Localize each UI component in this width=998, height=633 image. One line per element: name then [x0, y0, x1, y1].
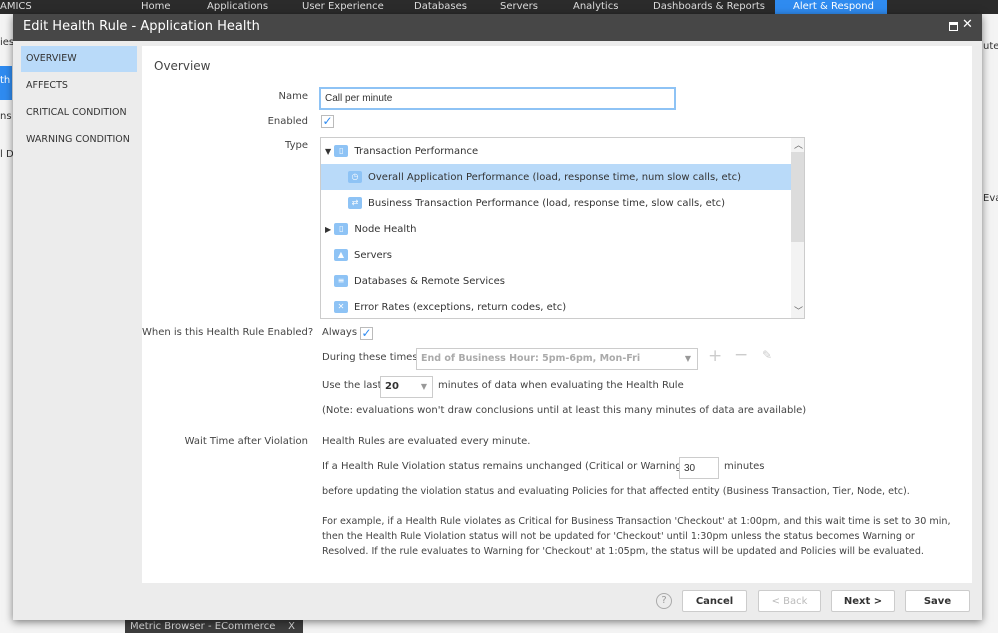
wait-line-3: before updating the violation status and…: [322, 486, 910, 497]
bg-tab[interactable]: Metric Browser - ECommerce X: [125, 620, 303, 633]
sidebar-item-critical-condition[interactable]: CRITICAL CONDITION: [21, 100, 137, 126]
section-title: Overview: [154, 59, 211, 73]
save-button[interactable]: Save: [905, 590, 970, 612]
folder-icon: ▯: [334, 145, 349, 157]
note-text: (Note: evaluations won't draw conclusion…: [322, 405, 807, 416]
example-text: For example, if a Health Rule violates a…: [322, 516, 951, 557]
sidebar-item-affects[interactable]: AFFECTS: [21, 73, 137, 99]
scrollbar[interactable]: ︿ ﹀: [791, 138, 804, 318]
tree-item-label: Node Health: [354, 224, 417, 235]
next-button[interactable]: Next >: [831, 590, 895, 612]
tree-item-label: Overall Application Performance (load, r…: [368, 172, 741, 183]
type-tree[interactable]: ▼ ▯ Transaction Performance ◷ Overall Appl…: [320, 137, 805, 319]
database-icon: ≡: [334, 275, 348, 287]
transfer-icon: ⇄: [348, 197, 362, 209]
logo: AMICS: [0, 1, 32, 12]
wait-time-label: Wait Time after Violation: [184, 436, 308, 447]
remove-icon[interactable]: −: [734, 345, 748, 365]
tree-item-databases[interactable]: ≡ Databases & Remote Services: [321, 268, 791, 294]
enabled-checkbox[interactable]: ✓: [321, 115, 334, 128]
tree-item-business-transaction-performance[interactable]: ⇄ Business Transaction Performance (load,…: [321, 190, 791, 216]
schedule-value: End of Business Hour: 5pm-6pm, Mon-Fri: [421, 353, 641, 364]
overview-panel: Overview Name Enabled ✓ Type ▼ ▯ Transact…: [142, 46, 972, 583]
nav-alert-respond[interactable]: Alert & Respond: [775, 0, 887, 14]
nav-user-experience[interactable]: User Experience: [302, 0, 384, 14]
type-label: Type: [285, 140, 308, 151]
minutes-select[interactable]: 20 ▼: [380, 376, 433, 398]
edit-health-rule-dialog: Edit Health Rule - Application Health ✕ …: [13, 14, 982, 620]
tree-item-servers[interactable]: ▲ Servers: [321, 242, 791, 268]
expand-icon[interactable]: ▼: [325, 147, 331, 156]
nav-servers[interactable]: Servers: [500, 0, 538, 14]
tree-item-transaction-performance[interactable]: ▼ ▯ Transaction Performance: [321, 138, 791, 164]
nav-analytics[interactable]: Analytics: [573, 0, 618, 14]
close-icon[interactable]: ✕: [962, 17, 973, 32]
cancel-button[interactable]: Cancel: [682, 590, 747, 612]
nav-databases[interactable]: Databases: [414, 0, 467, 14]
tree-item-label: Error Rates (exceptions, return codes, e…: [354, 302, 567, 313]
when-enabled-label: When is this Health Rule Enabled?: [142, 327, 314, 338]
close-icon[interactable]: X: [288, 620, 295, 633]
wait-minutes-input[interactable]: [679, 457, 719, 479]
maximize-icon[interactable]: [949, 22, 958, 31]
sidebar-item-warning-condition[interactable]: WARNING CONDITION: [21, 127, 137, 153]
tree-item-label: Databases & Remote Services: [354, 276, 506, 287]
nav-dashboards[interactable]: Dashboards & Reports: [653, 0, 765, 14]
tree-item-label: Transaction Performance: [354, 146, 479, 157]
stopwatch-icon: ◷: [348, 171, 362, 183]
dialog-title: Edit Health Rule - Application Health: [23, 19, 260, 34]
chevron-down-icon: ▼: [684, 354, 691, 363]
use-last-suffix: minutes of data when evaluating the Heal…: [438, 380, 684, 391]
always-checkbox[interactable]: ✓: [360, 327, 373, 340]
add-icon[interactable]: +: [708, 346, 722, 366]
top-nav: AMICS Home Applications User Experience …: [0, 0, 998, 14]
sidebar-item-overview[interactable]: OVERVIEW: [21, 46, 137, 72]
scrollbar-thumb[interactable]: [791, 152, 804, 242]
tree-item-label: Business Transaction Performance (load, …: [368, 198, 726, 209]
error-icon: ✕: [334, 301, 348, 313]
bg-text: utes: [983, 41, 998, 52]
bg-text: Evalu: [983, 193, 998, 204]
name-input[interactable]: [319, 87, 676, 110]
bg-text: ns: [0, 111, 12, 122]
tree-item-error-rates[interactable]: ✕ Error Rates (exceptions, return codes, …: [321, 294, 791, 318]
schedule-select[interactable]: End of Business Hour: 5pm-6pm, Mon-Fri ▼: [416, 348, 698, 370]
back-button[interactable]: < Back: [758, 590, 821, 612]
tree-item-label: Servers: [354, 250, 393, 261]
minutes-value: 20: [385, 381, 399, 392]
enabled-label: Enabled: [267, 116, 308, 127]
tree-item-overall-application-performance[interactable]: ◷ Overall Application Performance (load, …: [321, 164, 791, 190]
bg-text: th: [0, 66, 12, 100]
scroll-down-icon[interactable]: ﹀: [794, 304, 803, 317]
name-label: Name: [278, 91, 308, 102]
always-label: Always: [322, 327, 358, 338]
wait-line-2: If a Health Rule Violation status remain…: [322, 461, 713, 472]
wait-line-1: Health Rules are evaluated every minute.: [322, 436, 531, 447]
help-icon[interactable]: ?: [656, 593, 672, 609]
chevron-down-icon: ▼: [420, 382, 427, 391]
during-label: During these times:: [322, 352, 421, 363]
nav-home[interactable]: Home: [141, 0, 171, 14]
bg-tab-label: Metric Browser - ECommerce: [130, 621, 276, 632]
server-icon: ▲: [334, 249, 348, 261]
bg-text: l D: [0, 149, 14, 160]
tree-item-node-health[interactable]: ▶ ▯ Node Health: [321, 216, 791, 242]
scroll-up-icon[interactable]: ︿: [794, 138, 803, 151]
dialog-titlebar: Edit Health Rule - Application Health ✕: [13, 14, 982, 41]
wait-minutes-suffix: minutes: [724, 461, 765, 472]
expand-icon[interactable]: ▶: [325, 225, 331, 234]
use-last-label: Use the last: [322, 380, 382, 391]
nav-applications[interactable]: Applications: [207, 0, 268, 14]
folder-icon: ▯: [334, 223, 349, 235]
edit-icon[interactable]: ✎: [762, 348, 772, 362]
